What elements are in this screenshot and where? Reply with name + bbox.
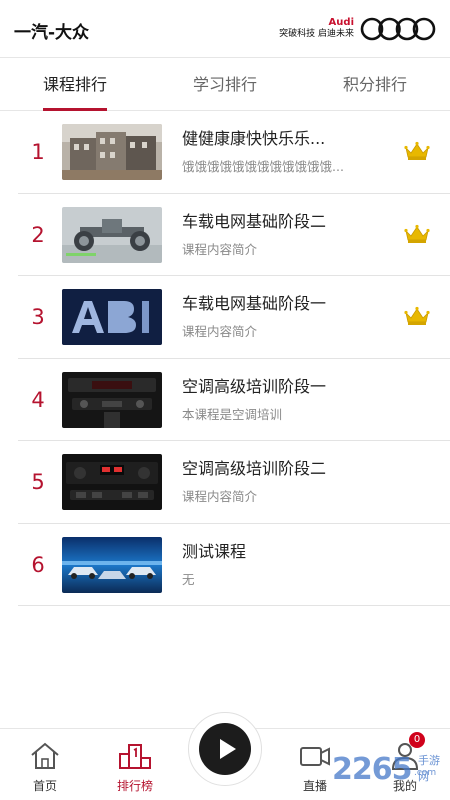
crown-icon xyxy=(404,306,430,325)
course-description: 饿饿饿饿饿饿饿饿饿饿饿饿... xyxy=(182,159,344,174)
audi-slogan: 突破科技 启迪未来 xyxy=(279,29,354,39)
course-title: 空调高级培训阶段一 xyxy=(182,376,327,396)
course-row[interactable]: 2 车载电网基础阶段二 课程内容简介 xyxy=(18,194,450,276)
tab-study-ranking[interactable]: 学习排行 xyxy=(150,59,300,110)
watermark-domain: .com xyxy=(414,768,437,778)
course-row[interactable]: 3 车载电网基础阶段一 课程内容简介 xyxy=(18,276,450,359)
rank-number: 6 xyxy=(31,552,45,577)
ranking-tabs: 课程排行 学习排行 积分排行 xyxy=(0,59,450,111)
course-row[interactable]: 1 健健康康快快乐乐... 饿饿饿饿饿饿饿饿饿饿饿饿... xyxy=(18,111,450,194)
nav-ranking-label: 排行榜 xyxy=(116,779,153,793)
course-thumbnail xyxy=(62,124,162,180)
tab-points-ranking[interactable]: 积分排行 xyxy=(300,59,450,110)
course-description: 无 xyxy=(182,571,195,587)
course-ranking-list: 1 健健康康快快乐乐... 饿饿饿饿饿饿饿饿饿饿饿饿... 2 车载电网基础阶段… xyxy=(18,111,450,606)
rank-number: 4 xyxy=(31,387,45,412)
course-thumbnail xyxy=(62,536,162,593)
course-thumbnail xyxy=(62,454,162,510)
course-row[interactable]: 5 空调高级培训阶段二 课程内容简介 xyxy=(18,441,450,524)
course-description: 课程内容简介 xyxy=(182,241,258,257)
course-title: 车载电网基础阶段一 xyxy=(182,294,327,313)
course-title: 车载电网基础阶段二 xyxy=(182,211,327,231)
crown-icon xyxy=(404,141,430,160)
crown-icon xyxy=(404,224,430,243)
home-icon xyxy=(31,742,59,769)
video-camera-icon xyxy=(300,747,330,766)
course-description: 课程内容简介 xyxy=(182,324,258,339)
tab-course-ranking[interactable]: 课程排行 xyxy=(0,59,150,111)
course-row[interactable]: 6 测试课程 无 xyxy=(18,524,450,606)
brand-logo-text: 一汽-大众 xyxy=(14,23,90,43)
nav-home-label: 首页 xyxy=(32,779,57,793)
play-button-inner[interactable] xyxy=(199,723,251,775)
play-icon xyxy=(220,739,236,759)
audi-wordmark: Audi xyxy=(328,17,354,28)
course-thumbnail xyxy=(62,206,162,263)
nav-home[interactable]: 首页 xyxy=(15,739,75,794)
notification-badge: 0 xyxy=(409,732,425,748)
nav-ranking[interactable]: 排行榜 xyxy=(105,739,165,794)
course-title: 健健康康快快乐乐... xyxy=(182,129,326,148)
audi-brand: Audi 突破科技 启迪未来 xyxy=(279,17,354,40)
course-title: 测试课程 xyxy=(182,541,247,561)
rank-number: 1 xyxy=(31,140,45,164)
rank-number: 3 xyxy=(31,305,45,329)
course-title: 空调高级培训阶段二 xyxy=(182,459,327,478)
rank-number: 5 xyxy=(31,470,45,494)
rank-number: 2 xyxy=(31,222,45,247)
course-row[interactable]: 4 空调高级培训阶段一 本课程是空调培训 xyxy=(18,359,450,441)
audi-rings-icon xyxy=(360,17,436,41)
course-description: 课程内容简介 xyxy=(182,489,258,504)
app-header: 一汽-大众 Audi 突破科技 启迪未来 xyxy=(0,0,450,58)
course-thumbnail xyxy=(62,289,162,345)
course-description: 本课程是空调培训 xyxy=(182,406,283,422)
course-thumbnail xyxy=(62,371,162,428)
podium-icon xyxy=(119,744,151,769)
watermark-logo: 2265 xyxy=(332,752,412,787)
